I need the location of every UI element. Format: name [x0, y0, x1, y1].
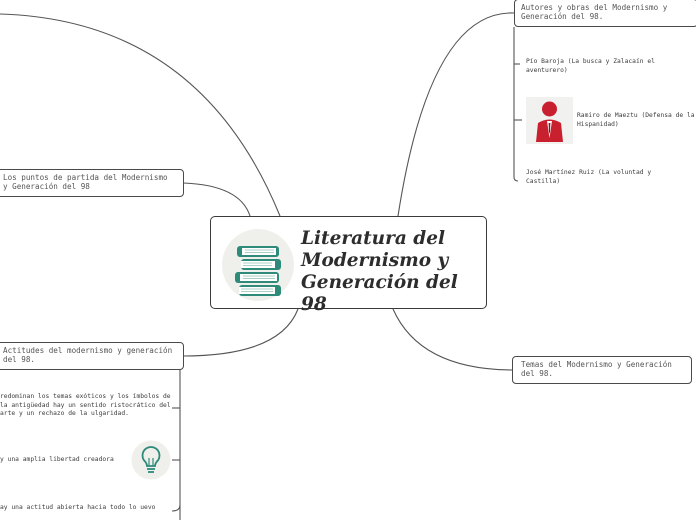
topic-puntos-de-partida[interactable]: Los puntos de partida del Modernismo y G… — [0, 169, 184, 197]
central-topic[interactable]: Literatura del Modernismo y Generación d… — [210, 216, 487, 315]
central-title: Literatura del Modernismo y Generación d… — [301, 228, 458, 315]
topic-autores[interactable]: Autores y obras del Modernismo y Generac… — [514, 0, 696, 27]
connector-temas — [392, 308, 515, 371]
autores-branch-line — [513, 27, 519, 182]
leaf-jose-martinez-ruiz[interactable]: José Martínez Ruiz (La voluntad y Castil… — [526, 169, 676, 186]
connector-puntos — [182, 182, 251, 217]
leaf-ramiro-de-maeztu[interactable]: Ramiro de Maeztu (Defensa de la Hispanid… — [577, 112, 696, 129]
lightbulb-icon — [131, 440, 171, 480]
person-avatar-icon — [526, 97, 573, 144]
leaf-libertad-creadora[interactable]: y una amplia libertad creadora — [0, 456, 130, 465]
connector-autores — [397, 12, 515, 217]
leaf-actitud-abierta[interactable]: ay una actitud abierta hacia todo lo uev… — [0, 504, 172, 513]
topic-actitudes[interactable]: Actitudes del modernismo y generación de… — [0, 342, 184, 370]
actitudes-tick — [171, 504, 181, 512]
leaf-temas-exoticos[interactable]: redominan los temas exóticos y los ímbol… — [0, 393, 172, 419]
books-icon — [222, 229, 294, 301]
leaf-pio-baroja[interactable]: Pío Baroja (La busca y Zalacaín el avent… — [526, 58, 696, 75]
topic-temas[interactable]: Temas del Modernismo y Generación del 98… — [512, 356, 692, 384]
connector-actitudes — [182, 308, 299, 357]
